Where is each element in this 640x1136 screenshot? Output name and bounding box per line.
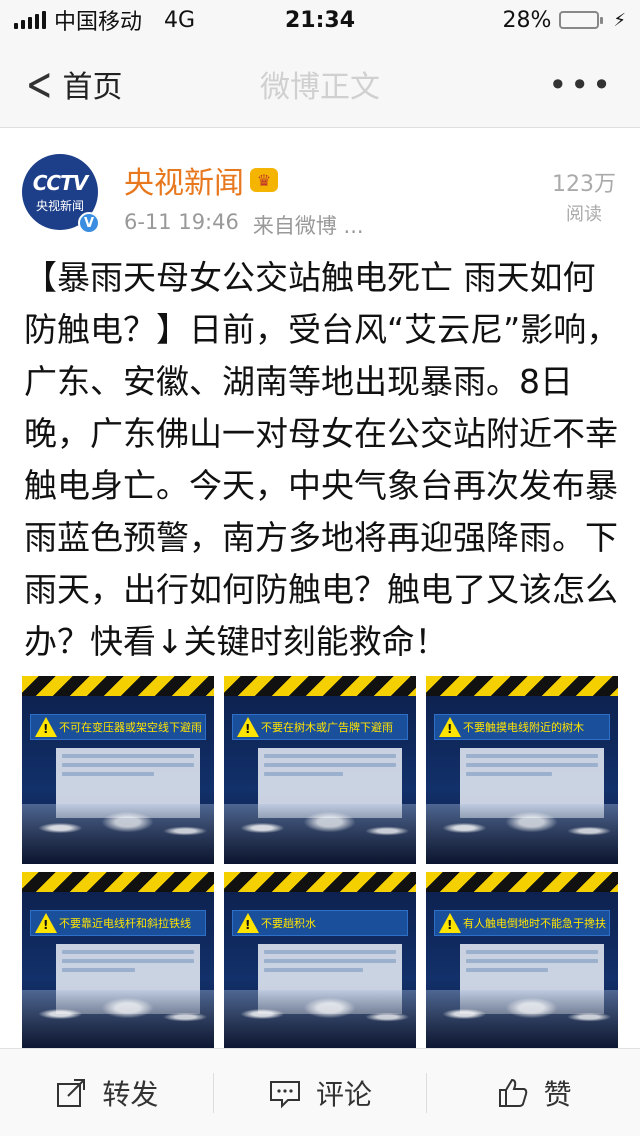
post-time: 6-11 19:46 xyxy=(124,210,239,234)
water-splash xyxy=(22,990,214,1050)
image-caption: 不要趟积水 xyxy=(261,917,316,930)
nav-bar: < 首页 微博正文 ••• xyxy=(0,40,640,128)
image-caption-bar: 不要趟积水 xyxy=(232,910,408,936)
image-caption: 有人触电倒地时不能急于搀扶 xyxy=(463,917,606,930)
warning-icon xyxy=(35,913,57,933)
image-caption: 不要触摸电线附近的树木 xyxy=(463,721,584,734)
more-options-button[interactable]: ••• xyxy=(548,66,614,104)
comment-button[interactable]: 评论 xyxy=(214,1049,427,1136)
hazard-stripe xyxy=(426,872,618,892)
share-icon xyxy=(57,1078,86,1107)
warning-icon xyxy=(237,717,259,737)
water-splash xyxy=(426,804,618,864)
hazard-stripe xyxy=(426,676,618,696)
chevron-left-icon: < xyxy=(25,56,53,111)
bottom-toolbar: 转发 评论 赞 xyxy=(0,1048,640,1136)
author-name-text: 央视新闻 xyxy=(124,166,244,201)
back-button[interactable]: < 首页 xyxy=(0,40,123,127)
image-caption-bar: 有人触电倒地时不能急于搀扶 xyxy=(434,910,610,936)
image-caption-bar: 不要在树木或广告牌下避雨 xyxy=(232,714,408,740)
image-caption-bar: 不要靠近电线杆和斜拉铁线 xyxy=(30,910,206,936)
repost-button[interactable]: 转发 xyxy=(0,1049,213,1136)
image-thumbnail[interactable]: 不要触摸电线附近的树木 xyxy=(426,676,618,864)
water-splash xyxy=(426,990,618,1050)
warning-icon xyxy=(439,913,461,933)
warning-icon xyxy=(237,913,259,933)
hazard-stripe xyxy=(224,676,416,696)
image-thumbnail[interactable]: 不要在树木或广告牌下避雨 xyxy=(224,676,416,864)
water-splash xyxy=(224,990,416,1050)
image-caption: 不要在树木或广告牌下避雨 xyxy=(261,721,393,734)
image-caption-bar: 不要触摸电线附近的树木 xyxy=(434,714,610,740)
verified-badge-icon: V xyxy=(78,212,100,234)
water-splash xyxy=(22,804,214,864)
image-caption: 不可在变压器或架空线下避雨 xyxy=(59,721,202,734)
repost-label: 转发 xyxy=(102,1077,159,1111)
thumbs-up-icon xyxy=(498,1078,527,1107)
avatar-subtitle: 央视新闻 xyxy=(35,198,84,213)
warning-icon xyxy=(35,717,57,737)
hazard-stripe xyxy=(22,676,214,696)
image-grid: 不可在变压器或架空线下避雨 不要在树木或广告牌下避雨 不要触摸电线附近的树木 不… xyxy=(22,676,618,1050)
like-label: 赞 xyxy=(543,1077,572,1111)
post-meta: 6-11 19:46 来自微博 ... xyxy=(124,210,364,240)
like-button[interactable]: 赞 xyxy=(427,1049,640,1136)
comment-icon xyxy=(270,1080,300,1108)
read-count-number: 123万 xyxy=(552,172,616,197)
status-bar: 中国移动 4G 21:34 28% ⚡ xyxy=(0,0,640,40)
image-thumbnail[interactable]: 不要靠近电线杆和斜拉铁线 xyxy=(22,872,214,1050)
post-source: 来自微博 ... xyxy=(252,214,364,238)
back-label: 首页 xyxy=(62,69,123,105)
clock: 21:34 xyxy=(284,7,356,33)
image-thumbnail[interactable]: 不可在变压器或架空线下避雨 xyxy=(22,676,214,864)
comment-label: 评论 xyxy=(316,1077,373,1111)
read-count-label: 阅读 xyxy=(566,204,602,225)
hazard-stripe xyxy=(224,872,416,892)
post-header: CCTV 央视新闻 V 央视新闻 ♛ 6-11 19:46 来自微博 ... 1… xyxy=(0,140,640,240)
warning-icon xyxy=(439,717,461,737)
hazard-stripe xyxy=(22,872,214,892)
avatar-logo: CCTV xyxy=(32,170,88,195)
image-thumbnail[interactable]: 不要趟积水 xyxy=(224,872,416,1050)
read-count: 123万 阅读 xyxy=(552,166,616,226)
image-thumbnail[interactable]: 有人触电倒地时不能急于搀扶 xyxy=(426,872,618,1050)
image-caption: 不要靠近电线杆和斜拉铁线 xyxy=(59,917,191,930)
member-crown-icon: ♛ xyxy=(250,168,278,192)
author-name[interactable]: 央视新闻 ♛ xyxy=(124,158,278,202)
battery-icon xyxy=(559,11,604,29)
water-splash xyxy=(224,804,416,864)
image-caption-bar: 不可在变压器或架空线下避雨 xyxy=(30,714,206,740)
post-body-text: 【暴雨天母女公交站触电死亡 雨天如何防触电？】日前，受台风“艾云尼”影响，广东、… xyxy=(24,258,620,661)
